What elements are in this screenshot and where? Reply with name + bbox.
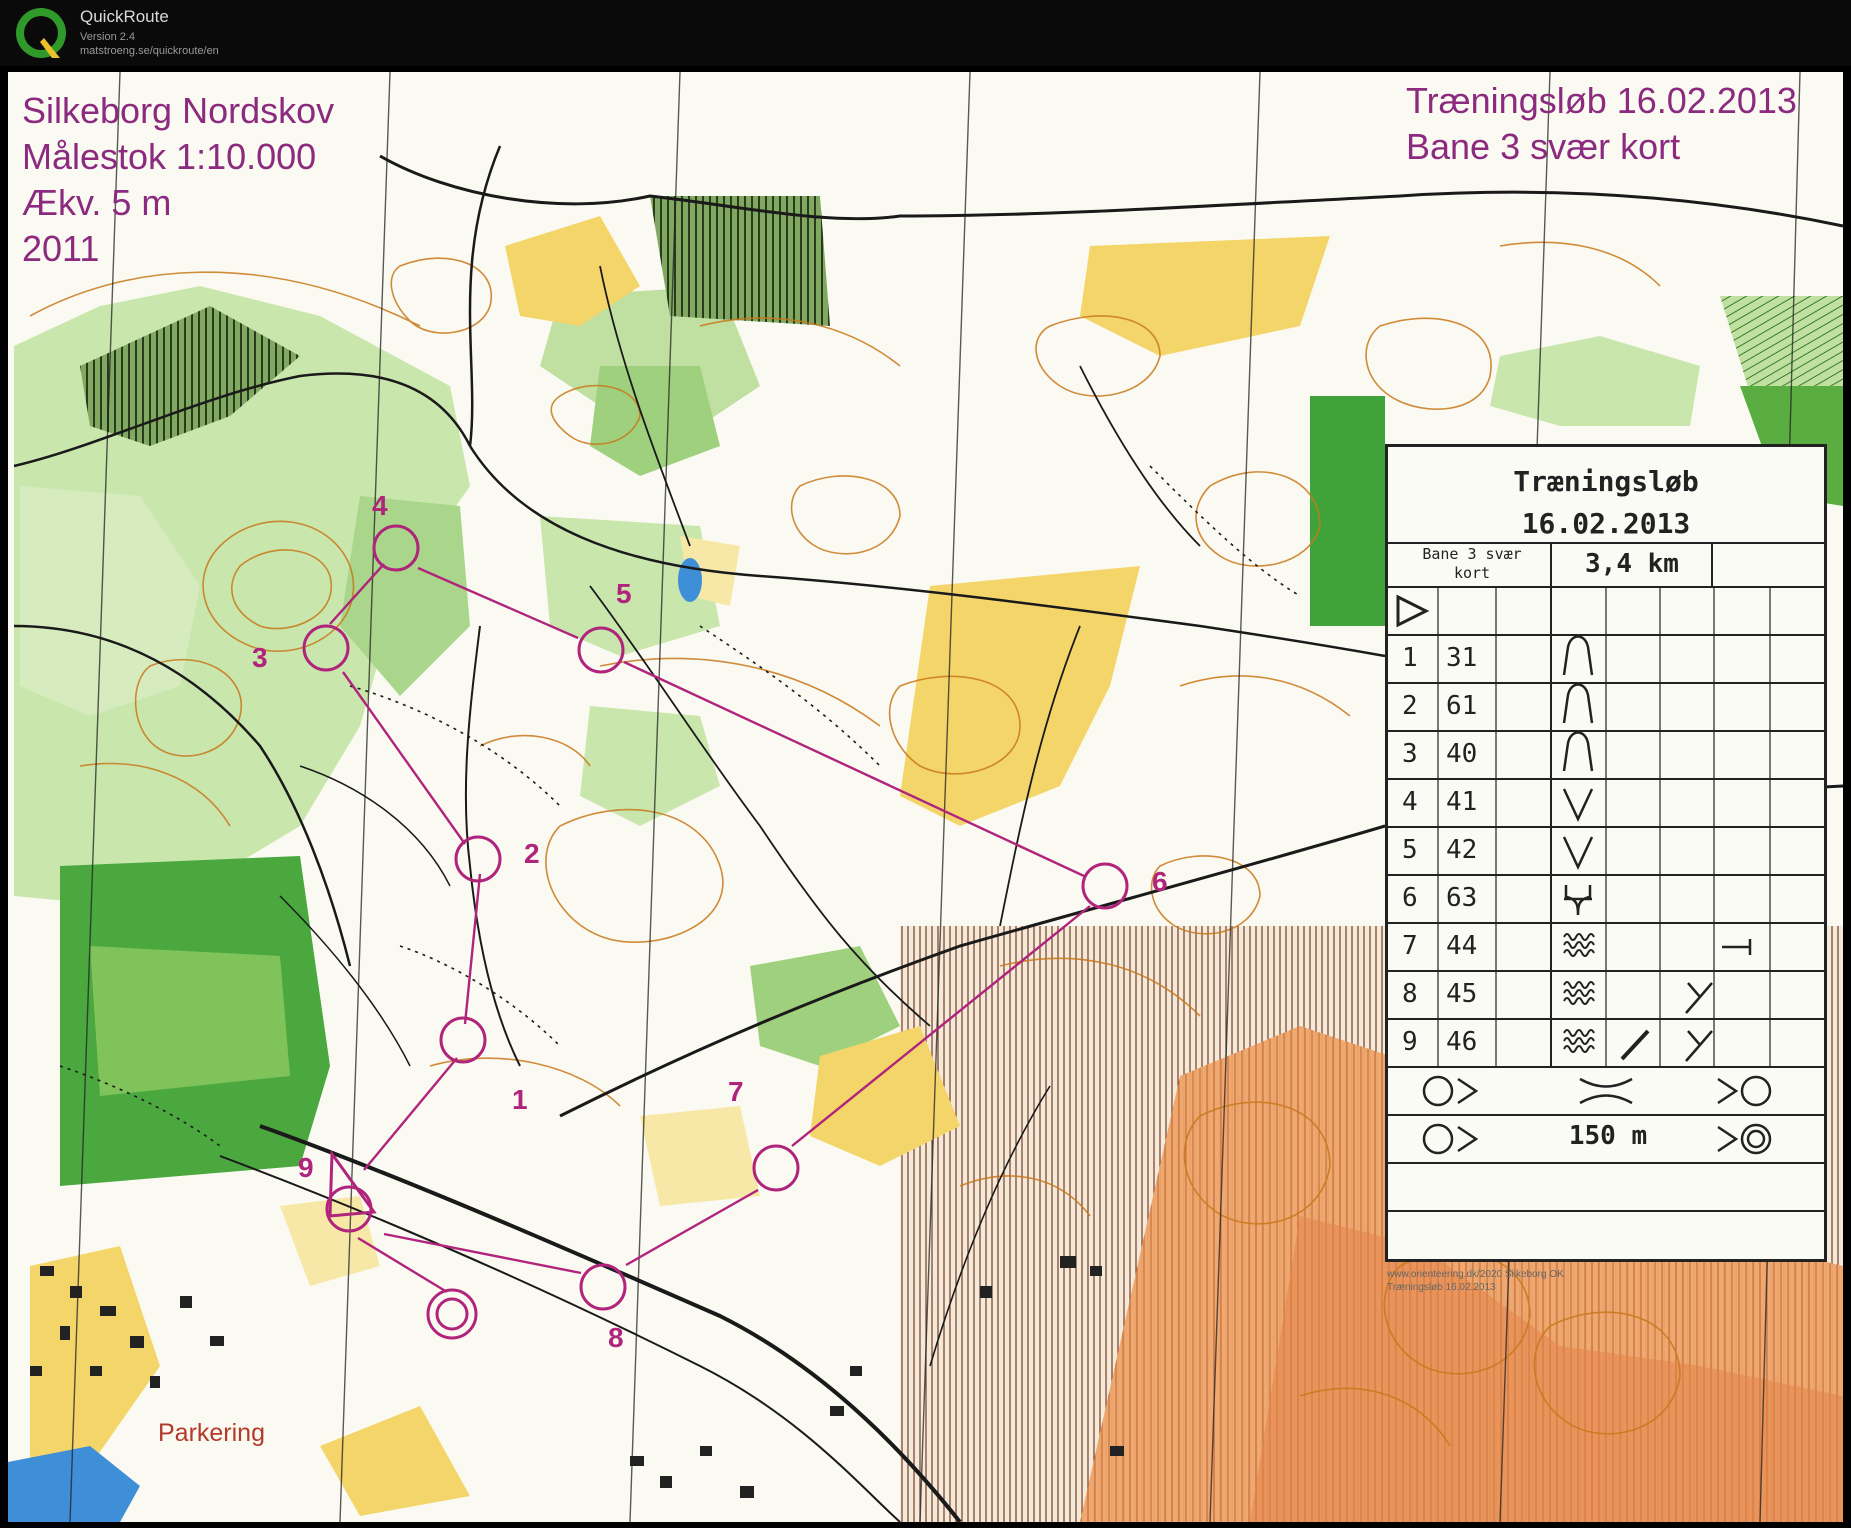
finish-circle-icon xyxy=(1740,1075,1772,1107)
copyright-line: www.orienteering.dk/2020 Silkeborg OK xyxy=(1387,1269,1564,1280)
arrow-icon xyxy=(1717,1077,1739,1105)
finish-circle-icon xyxy=(1740,1123,1772,1155)
control-number-6: 6 xyxy=(1152,866,1168,897)
map-name: Silkeborg Nordskov xyxy=(22,90,335,131)
row-code: 42 xyxy=(1446,835,1478,865)
control-number-3: 3 xyxy=(252,642,268,673)
map-title-left: Silkeborg Nordskov Målestok 1:10.000 Ækv… xyxy=(22,88,334,272)
arrow-icon xyxy=(1457,1077,1479,1105)
row-number: 5 xyxy=(1402,835,1418,865)
map-copyright: www.orienteering.dk/2020 Silkeborg OK Tr… xyxy=(1387,1268,1564,1294)
finish-distance: 150 m xyxy=(1568,1121,1648,1151)
copyright-line: Træningsløb 16.02.2013 xyxy=(1387,1282,1496,1293)
control-circle-icon xyxy=(1422,1075,1454,1107)
row-number: 7 xyxy=(1402,931,1418,961)
event-title: Træningsløb 16.02.2013 xyxy=(1406,80,1797,121)
side-icon xyxy=(1722,939,1752,955)
app-url: matstroeng.se/quickroute/en xyxy=(80,45,219,57)
parking-label: Parkering xyxy=(158,1419,265,1447)
control-number-8: 8 xyxy=(608,1322,624,1353)
row-code: 44 xyxy=(1446,931,1478,961)
ditch-end-icon xyxy=(1564,885,1592,916)
finish-inner-circle-icon xyxy=(1746,1129,1766,1149)
app-title: QuickRoute xyxy=(80,7,169,26)
course-title: Bane 3 svær kort xyxy=(1406,126,1681,167)
map-contour-interval: Ækv. 5 m xyxy=(22,182,172,223)
junction-icon xyxy=(1685,982,1713,1014)
row-number: 8 xyxy=(1402,979,1418,1009)
control-number-5: 5 xyxy=(616,578,632,609)
app-titlebar: QuickRoute Version 2.4 matstroeng.se/qui… xyxy=(0,0,1851,66)
crossing-line-icon xyxy=(1620,1029,1650,1061)
row-code: 31 xyxy=(1446,643,1478,673)
junction-icon xyxy=(1685,1030,1713,1062)
course-name-line1: Bane 3 svær xyxy=(1422,545,1522,563)
row-code: 61 xyxy=(1446,691,1478,721)
row-code: 40 xyxy=(1446,739,1478,769)
arrow-icon xyxy=(1457,1125,1479,1153)
row-code: 63 xyxy=(1446,883,1478,913)
reentrant-icon xyxy=(1562,788,1594,822)
knoll-icon xyxy=(1562,731,1594,772)
course-name: Bane 3 svær kort xyxy=(1394,545,1550,583)
control-circle-icon xyxy=(1422,1123,1454,1155)
control-number-7: 7 xyxy=(728,1076,744,1107)
course-name-line2: kort xyxy=(1453,564,1491,582)
knoll-icon xyxy=(1562,683,1594,724)
row-code: 41 xyxy=(1446,787,1478,817)
row-number: 1 xyxy=(1402,643,1418,673)
knoll-icon xyxy=(1562,635,1594,676)
narrow-passage-icon xyxy=(1579,1077,1633,1105)
control-number-4: 4 xyxy=(372,490,388,521)
thicket-icon xyxy=(1563,981,1595,1005)
thicket-icon xyxy=(1563,933,1595,957)
map-title-right: Træningsløb 16.02.2013 Bane 3 svær kort xyxy=(1406,78,1797,170)
course-length: 3,4 km xyxy=(1585,549,1679,579)
thicket-icon xyxy=(1563,1029,1595,1053)
start-triangle-icon xyxy=(1396,594,1430,628)
row-number: 9 xyxy=(1402,1027,1418,1057)
row-code: 45 xyxy=(1446,979,1478,1009)
app-version: Version 2.4 xyxy=(80,31,136,43)
control-number-2: 2 xyxy=(524,838,540,869)
map-scale: Målestok 1:10.000 xyxy=(22,136,317,177)
quickroute-logo-icon xyxy=(16,8,66,58)
reentrant-icon xyxy=(1562,836,1594,870)
row-number: 4 xyxy=(1402,787,1418,817)
arrow-icon xyxy=(1717,1125,1739,1153)
row-number: 3 xyxy=(1402,739,1418,769)
control-number-9: 9 xyxy=(298,1152,314,1183)
row-number: 6 xyxy=(1402,883,1418,913)
row-code: 46 xyxy=(1446,1027,1478,1057)
row-number: 2 xyxy=(1402,691,1418,721)
control-number-1: 1 xyxy=(512,1084,528,1115)
control-description-sheet: Træningsløb 16.02.2013 Bane 3 svær kort … xyxy=(1385,444,1827,1262)
map-year: 2011 xyxy=(22,228,100,269)
map-viewport[interactable]: Silkeborg Nordskov Målestok 1:10.000 Ækv… xyxy=(0,66,1851,1528)
